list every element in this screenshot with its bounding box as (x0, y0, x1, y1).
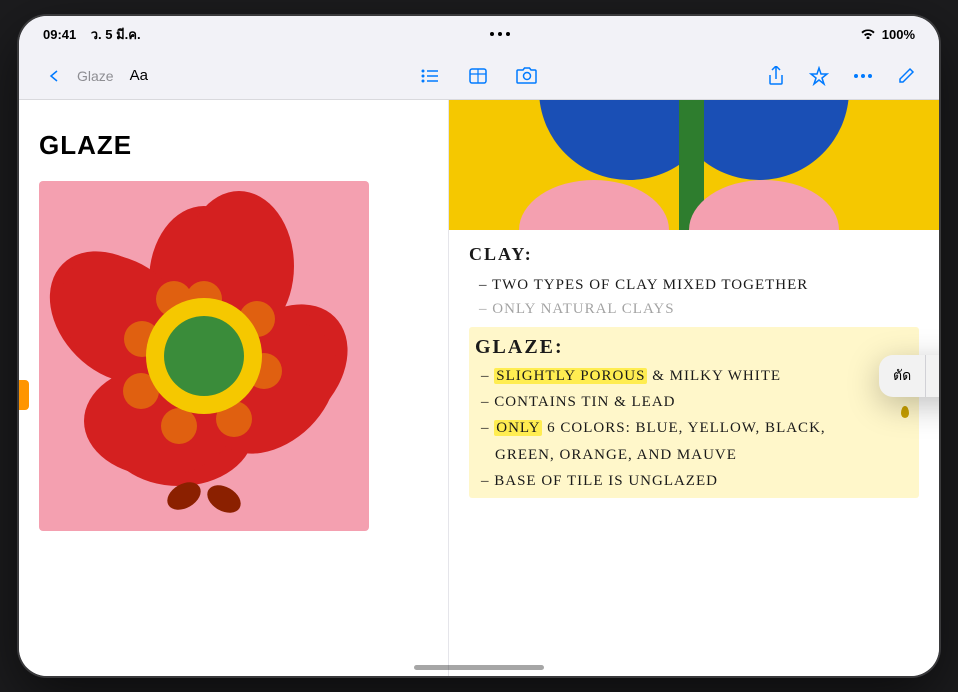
toolbar-left: Glaze Aa (39, 63, 332, 89)
status-dot-3 (506, 32, 510, 36)
home-indicator (414, 665, 544, 670)
context-menu: ตัด คัดลอก ลบ ทำสำเนา คัดลอกเป็นข้อความ … (879, 355, 939, 397)
clay-section: CLAY: – TWO TYPES OF CLAY MIXED TOGETHER… (469, 240, 919, 321)
share-button[interactable] (763, 62, 789, 90)
clay-line-2: – ONLY NATURAL CLAYS (469, 297, 919, 321)
side-tab[interactable] (19, 380, 29, 410)
glaze-heading: GLAZE: (475, 331, 913, 363)
back-button[interactable] (39, 63, 65, 89)
toolbar-right (626, 62, 919, 90)
edit-button[interactable] (893, 63, 919, 89)
status-dot-2 (498, 32, 502, 36)
context-menu-copy[interactable]: คัดลอก (926, 355, 939, 397)
highlight-button[interactable] (805, 62, 833, 90)
clay-heading: CLAY: (469, 240, 919, 269)
context-menu-cut[interactable]: ตัด (879, 355, 926, 397)
status-dot-1 (490, 32, 494, 36)
status-bar: 09:41 ว. 5 มี.ค. 100% (19, 16, 939, 52)
handwritten-area: CLAY: – TWO TYPES OF CLAY MIXED TOGETHER… (449, 230, 939, 508)
notes-sidebar: GLAZE (19, 100, 449, 676)
note-sidebar-title: GLAZE (39, 130, 428, 161)
note-title-toolbar: Glaze (77, 68, 114, 84)
glaze-line-2: – CONTAINS TIN & LEAD (475, 389, 913, 415)
status-time: 09:41 ว. 5 มี.ค. (43, 24, 141, 45)
toolbar: Glaze Aa (19, 52, 939, 100)
flower-illustration (39, 181, 369, 531)
top-svg (449, 100, 939, 230)
glaze-line-5: – BASE OF TILE IS UNGLAZED (475, 468, 913, 494)
wifi-icon (860, 27, 876, 42)
highlight-slightly-porous: SLIGHTLY POROUS (494, 368, 647, 384)
glaze-line-1: – SLIGHTLY POROUS & MILKY WHITE (475, 363, 913, 389)
content-area: GLAZE (19, 100, 939, 676)
glaze-section: GLAZE: – SLIGHTLY POROUS & MILKY WHITE –… (469, 327, 919, 498)
flower-svg (39, 181, 369, 531)
highlight-only: ONLY (494, 420, 542, 436)
toolbar-center (332, 63, 625, 89)
battery-indicator: 100% (882, 27, 915, 42)
format-button[interactable]: Aa (126, 63, 152, 88)
top-illustration (449, 100, 939, 230)
status-right: 100% (860, 27, 915, 42)
status-center (490, 32, 510, 36)
more-options-button[interactable] (849, 69, 877, 83)
ipad-frame: 09:41 ว. 5 มี.ค. 100% Glaze Aa (19, 16, 939, 676)
camera-button[interactable] (512, 63, 542, 89)
note-content: CLAY: – TWO TYPES OF CLAY MIXED TOGETHER… (449, 100, 939, 676)
glaze-line-4: GREEN, ORANGE, AND MAUVE (475, 442, 913, 468)
table-button[interactable] (464, 63, 492, 89)
ink-drop (901, 406, 909, 418)
clay-line-1: – TWO TYPES OF CLAY MIXED TOGETHER (469, 273, 919, 297)
list-button[interactable] (416, 63, 444, 89)
glaze-line-3: – ONLY 6 COLORS: BLUE, YELLOW, BLACK, (475, 415, 913, 441)
